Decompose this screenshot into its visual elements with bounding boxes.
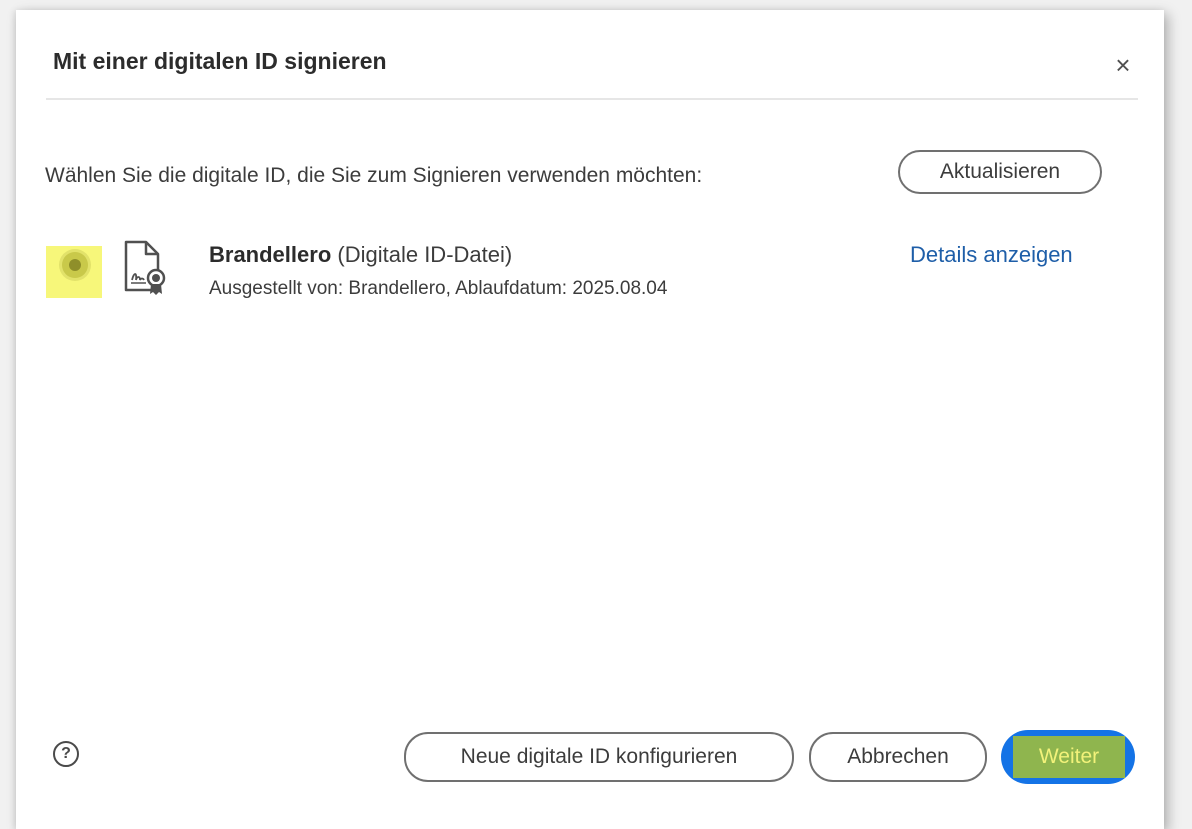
- dialog-title: Mit einer digitalen ID signieren: [53, 48, 387, 74]
- next-button[interactable]: Weiter: [1001, 730, 1135, 784]
- select-id-prompt: Wählen Sie die digitale ID, die Sie zum …: [45, 164, 703, 187]
- certificate-file-icon: [124, 240, 166, 295]
- refresh-button[interactable]: Aktualisieren: [898, 150, 1102, 194]
- digital-id-radio[interactable]: [62, 252, 88, 278]
- digital-id-type: (Digitale ID-Datei): [337, 242, 513, 267]
- cancel-button[interactable]: Abbrechen: [809, 732, 987, 782]
- digital-id-issued-info: Ausgestellt von: Brandellero, Ablaufdatu…: [209, 278, 668, 299]
- configure-new-id-button[interactable]: Neue digitale ID konfigurieren: [404, 732, 794, 782]
- sign-with-digital-id-dialog: Mit einer digitalen ID signieren × Wähle…: [16, 10, 1164, 829]
- digital-id-name-line: Brandellero (Digitale ID-Datei): [209, 242, 512, 268]
- digital-id-name: Brandellero: [209, 242, 332, 267]
- close-icon[interactable]: ×: [1108, 50, 1138, 80]
- next-button-label: Weiter: [1013, 736, 1125, 778]
- header-divider: [46, 98, 1138, 100]
- radio-selected-dot: [69, 259, 81, 271]
- help-icon[interactable]: ?: [53, 741, 79, 767]
- show-details-link[interactable]: Details anzeigen: [910, 242, 1073, 268]
